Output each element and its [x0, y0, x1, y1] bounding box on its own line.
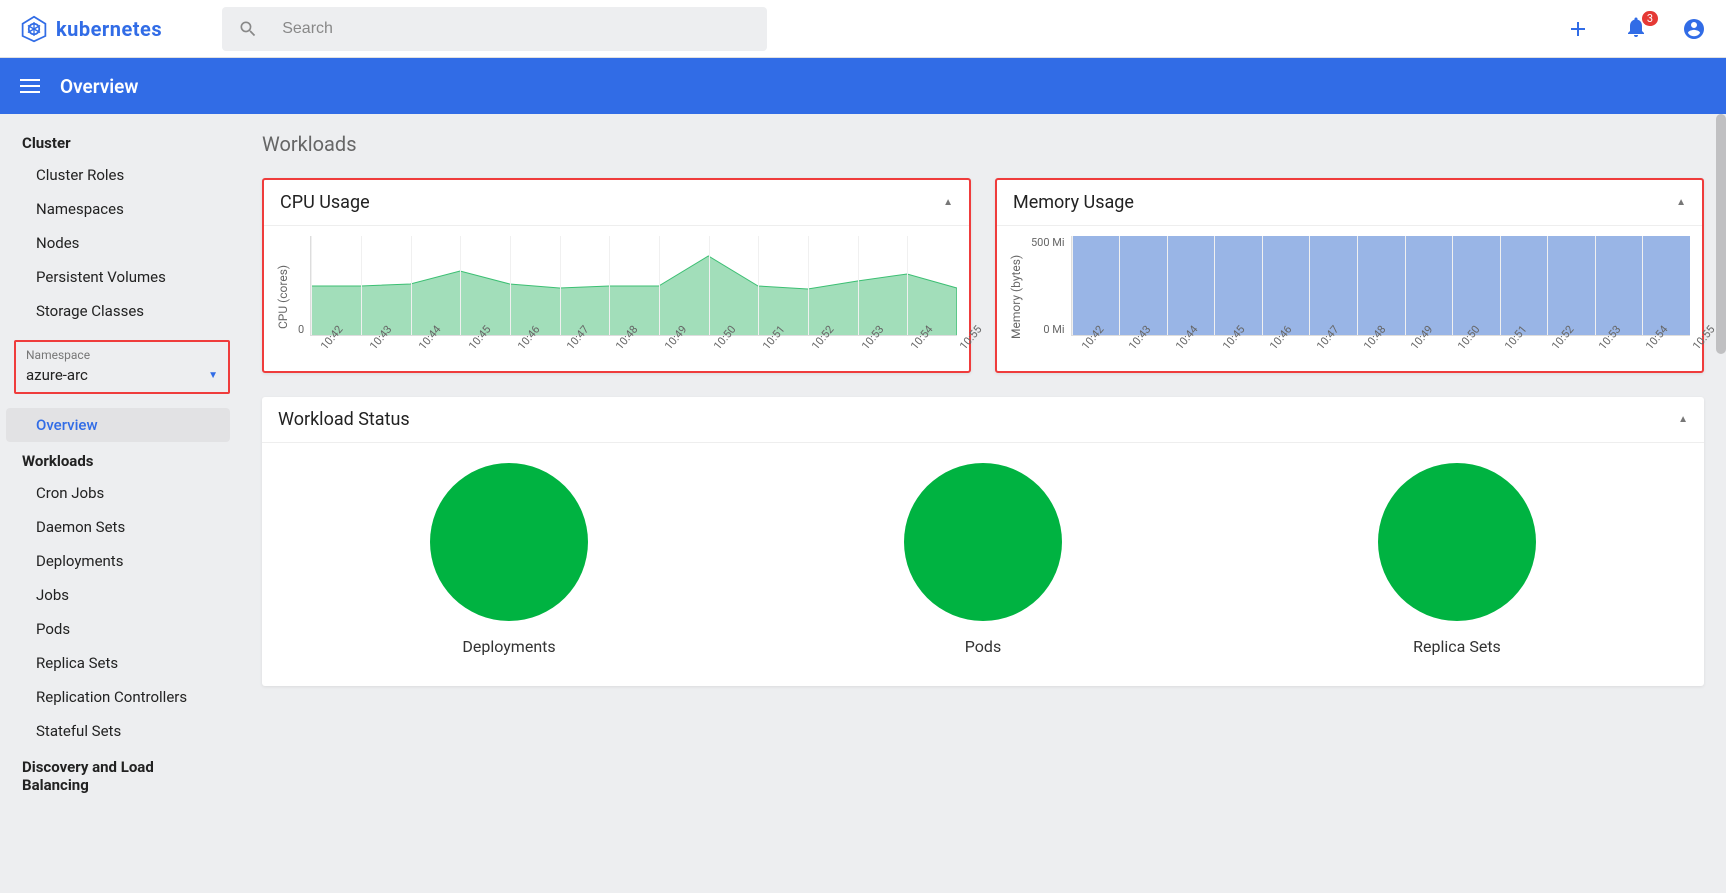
x-tick: 10:42 — [318, 344, 328, 352]
mem-x-ticks: 10:42 10:43 10:44 10:45 10:46 10:47 10:48 10:49… — [1071, 344, 1690, 357]
collapse-icon[interactable]: ▲ — [943, 197, 953, 208]
x-tick: 10:49 — [662, 344, 672, 352]
x-tick: 10:48 — [613, 344, 623, 352]
notification-badge: 3 — [1642, 11, 1658, 26]
x-tick: 10:47 — [1314, 344, 1324, 352]
x-tick: 10:46 — [515, 344, 525, 352]
x-tick: 10:42 — [1079, 344, 1089, 352]
x-tick: 10:47 — [564, 344, 574, 352]
x-tick: 10:44 — [416, 344, 426, 352]
sidebar-section-workloads: Workloads — [6, 442, 240, 476]
sidebar-item-persistent-volumes[interactable]: Persistent Volumes — [6, 260, 240, 294]
logo[interactable]: kubernetes — [20, 15, 162, 43]
sidebar-item-stateful-sets[interactable]: Stateful Sets — [6, 714, 240, 748]
donut-chart — [430, 463, 588, 621]
namespace-label: Namespace — [26, 348, 218, 362]
sidebar-item-replication-controllers[interactable]: Replication Controllers — [6, 680, 240, 714]
sidebar-item-cron-jobs[interactable]: Cron Jobs — [6, 476, 240, 510]
sidebar-section-cluster: Cluster — [6, 124, 240, 158]
search-input[interactable] — [282, 20, 751, 38]
logo-text: kubernetes — [56, 17, 162, 41]
sidebar-item-jobs[interactable]: Jobs — [6, 578, 240, 612]
sidebar-section-discovery: Discovery and Load Balancing — [6, 748, 240, 800]
notifications-button[interactable]: 3 — [1624, 15, 1648, 43]
sidebar-item-namespaces[interactable]: Namespaces — [6, 192, 240, 226]
sidebar-item-daemon-sets[interactable]: Daemon Sets — [6, 510, 240, 544]
collapse-icon[interactable]: ▲ — [1678, 414, 1688, 425]
sidebar-item-nodes[interactable]: Nodes — [6, 226, 240, 260]
donut-replica-sets: Replica Sets — [1378, 463, 1536, 656]
donut-chart — [904, 463, 1062, 621]
search-icon — [238, 18, 258, 40]
donut-label: Replica Sets — [1413, 637, 1501, 656]
x-tick: 10:55 — [957, 344, 967, 352]
x-tick: 10:44 — [1173, 344, 1183, 352]
cpu-card-title: CPU Usage — [280, 192, 370, 213]
collapse-icon[interactable]: ▲ — [1676, 197, 1686, 208]
sidebar-item-cluster-roles[interactable]: Cluster Roles — [6, 158, 240, 192]
x-tick: 10:48 — [1361, 344, 1371, 352]
main-title: Workloads — [262, 132, 1704, 156]
scrollbar[interactable] — [1716, 114, 1726, 354]
x-tick: 10:45 — [1220, 344, 1230, 352]
x-tick: 10:52 — [1549, 344, 1559, 352]
user-icon[interactable] — [1682, 17, 1706, 41]
x-tick: 10:50 — [1455, 344, 1465, 352]
donut-label: Deployments — [462, 637, 555, 656]
sidebar: Cluster Cluster Roles Namespaces Nodes P… — [0, 114, 240, 891]
x-tick: 10:54 — [908, 344, 918, 352]
page-title: Overview — [60, 75, 138, 98]
x-tick: 10:45 — [466, 344, 476, 352]
main-content: Workloads CPU Usage ▲ CPU (cores) 0 10:4 — [240, 114, 1726, 891]
x-tick: 10:54 — [1643, 344, 1653, 352]
x-tick: 10:49 — [1408, 344, 1418, 352]
search-box[interactable] — [222, 7, 767, 51]
cpu-ytick-bottom: 0 — [298, 323, 304, 336]
sidebar-item-pods[interactable]: Pods — [6, 612, 240, 646]
x-tick: 10:51 — [760, 344, 770, 352]
create-icon[interactable] — [1566, 17, 1590, 41]
x-tick: 10:43 — [1126, 344, 1136, 352]
x-tick: 10:53 — [859, 344, 869, 352]
x-tick: 10:46 — [1267, 344, 1277, 352]
x-tick: 10:50 — [711, 344, 721, 352]
top-bar: kubernetes 3 — [0, 0, 1726, 58]
donut-pods: Pods — [904, 463, 1062, 656]
cpu-y-axis-label: CPU (cores) — [274, 236, 292, 357]
sidebar-item-deployments[interactable]: Deployments — [6, 544, 240, 578]
mem-ytick-top: 500 Mi — [1031, 236, 1065, 249]
memory-usage-card: Memory Usage ▲ Memory (bytes) 500 Mi 0 M… — [995, 178, 1704, 373]
x-tick: 10:52 — [809, 344, 819, 352]
donut-label: Pods — [965, 637, 1001, 656]
x-tick: 10:53 — [1596, 344, 1606, 352]
donut-deployments: Deployments — [430, 463, 588, 656]
namespace-selector[interactable]: Namespace azure-arc ▼ — [14, 340, 230, 394]
sidebar-item-storage-classes[interactable]: Storage Classes — [6, 294, 240, 328]
cpu-usage-card: CPU Usage ▲ CPU (cores) 0 10:4210:4310:4… — [262, 178, 971, 373]
mem-ytick-bottom: 0 Mi — [1031, 323, 1065, 336]
x-tick: 10:51 — [1502, 344, 1512, 352]
workload-status-card: Workload Status ▲ Deployments Pods Repli… — [262, 397, 1704, 686]
workload-card-title: Workload Status — [278, 409, 410, 430]
kubernetes-logo-icon — [20, 15, 48, 43]
cpu-chart — [310, 236, 957, 336]
mem-card-title: Memory Usage — [1013, 192, 1134, 213]
menu-toggle-icon[interactable] — [20, 75, 40, 97]
sidebar-item-overview[interactable]: Overview — [6, 408, 230, 442]
mem-y-axis-label: Memory (bytes) — [1007, 236, 1025, 357]
cpu-x-ticks: 10:42 10:43 10:44 10:45 10:46 10:47 10:48 10:49… — [310, 344, 957, 357]
x-tick: 10:55 — [1690, 344, 1700, 352]
memory-chart — [1071, 236, 1690, 336]
top-right-actions: 3 — [1566, 15, 1706, 43]
namespace-value: azure-arc — [26, 366, 88, 384]
sidebar-item-replica-sets[interactable]: Replica Sets — [6, 646, 240, 680]
chevron-down-icon: ▼ — [208, 370, 218, 381]
donut-chart — [1378, 463, 1536, 621]
sub-header: Overview — [0, 58, 1726, 114]
x-tick: 10:43 — [367, 344, 377, 352]
